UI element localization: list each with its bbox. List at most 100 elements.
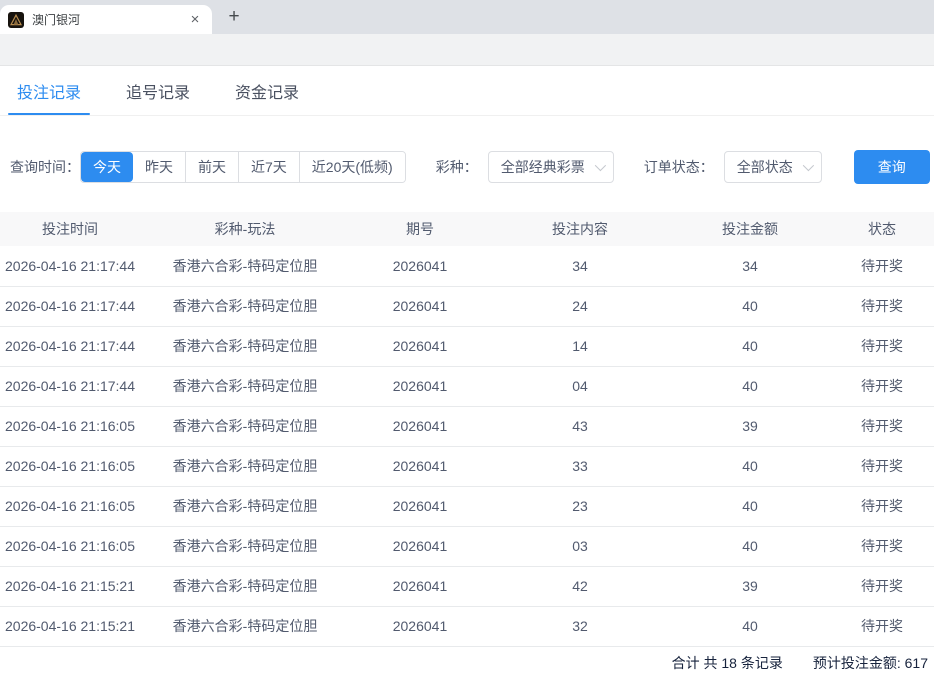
table-row: 2026-04-16 21:15:21香港六合彩-特码定位胆2026041324… <box>0 606 934 646</box>
table-cell: 39 <box>670 406 830 446</box>
table-cell: 2026-04-16 21:15:21 <box>0 606 140 646</box>
lottery-type-value: 全部经典彩票 <box>501 157 585 177</box>
table-cell: 香港六合彩-特码定位胆 <box>140 566 350 606</box>
filter-bar: 查询时间： 今天昨天前天近7天近20天(低频) 彩种： 全部经典彩票 订单状态：… <box>10 150 934 184</box>
table-cell: 待开奖 <box>830 486 934 526</box>
table-cell: 34 <box>490 246 670 286</box>
table-cell: 2026-04-16 21:16:05 <box>0 406 140 446</box>
table-cell: 香港六合彩-特码定位胆 <box>140 486 350 526</box>
table-cell: 2026-04-16 21:16:05 <box>0 446 140 486</box>
nav-tab[interactable]: 资金记录 <box>226 66 308 115</box>
table-cell: 待开奖 <box>830 286 934 326</box>
table-cell: 24 <box>490 286 670 326</box>
table-cell: 42 <box>490 566 670 606</box>
time-range-option[interactable]: 昨天 <box>133 152 185 182</box>
table-cell: 香港六合彩-特码定位胆 <box>140 446 350 486</box>
table-header-cell: 状态 <box>830 212 934 246</box>
time-range-option[interactable]: 前天 <box>185 152 238 182</box>
table-cell: 2026041 <box>350 566 490 606</box>
table-row: 2026-04-16 21:16:05香港六合彩-特码定位胆2026041034… <box>0 526 934 566</box>
table-cell: 2026041 <box>350 366 490 406</box>
table-header-cell: 彩种-玩法 <box>140 212 350 246</box>
table-row: 2026-04-16 21:17:44香港六合彩-特码定位胆2026041044… <box>0 366 934 406</box>
bet-records-table: 投注时间彩种-玩法期号投注内容投注金额状态 2026-04-16 21:17:4… <box>0 212 934 647</box>
lottery-type-select[interactable]: 全部经典彩票 <box>488 151 614 183</box>
table-cell: 43 <box>490 406 670 446</box>
table-row: 2026-04-16 21:16:05香港六合彩-特码定位胆2026041234… <box>0 486 934 526</box>
table-cell: 香港六合彩-特码定位胆 <box>140 526 350 566</box>
table-header-cell: 投注金额 <box>670 212 830 246</box>
summary-bar: 合计 共 18 条记录 预计投注金额: 617 <box>0 647 934 679</box>
table-cell: 40 <box>670 326 830 366</box>
table-cell: 2026041 <box>350 246 490 286</box>
table-cell: 2026-04-16 21:17:44 <box>0 246 140 286</box>
table-cell: 2026-04-16 21:17:44 <box>0 326 140 366</box>
table-cell: 香港六合彩-特码定位胆 <box>140 286 350 326</box>
table-header-cell: 投注内容 <box>490 212 670 246</box>
table-cell: 待开奖 <box>830 446 934 486</box>
table-cell: 2026-04-16 21:17:44 <box>0 286 140 326</box>
time-range-option[interactable]: 近20天(低频) <box>299 152 405 182</box>
chevron-down-icon <box>802 160 813 171</box>
table-cell: 待开奖 <box>830 566 934 606</box>
table-cell: 40 <box>670 526 830 566</box>
table-row: 2026-04-16 21:17:44香港六合彩-特码定位胆2026041343… <box>0 246 934 286</box>
table-cell: 40 <box>670 446 830 486</box>
order-status-select[interactable]: 全部状态 <box>724 151 822 183</box>
nav-tab[interactable]: 投注记录 <box>8 66 90 115</box>
table-header-cell: 投注时间 <box>0 212 140 246</box>
table-body: 2026-04-16 21:17:44香港六合彩-特码定位胆2026041343… <box>0 246 934 646</box>
table-row: 2026-04-16 21:16:05香港六合彩-特码定位胆2026041433… <box>0 406 934 446</box>
tab-title: 澳门银河 <box>32 11 178 28</box>
tab-close-icon[interactable]: × <box>186 11 204 29</box>
table-cell: 2026-04-16 21:17:44 <box>0 366 140 406</box>
time-range-group: 今天昨天前天近7天近20天(低频) <box>80 151 406 183</box>
table-cell: 03 <box>490 526 670 566</box>
table-row: 2026-04-16 21:17:44香港六合彩-特码定位胆2026041244… <box>0 286 934 326</box>
table-cell: 40 <box>670 486 830 526</box>
table-cell: 2026041 <box>350 406 490 446</box>
table-cell: 2026-04-16 21:16:05 <box>0 486 140 526</box>
table-cell: 香港六合彩-特码定位胆 <box>140 366 350 406</box>
nav-tab[interactable]: 追号记录 <box>117 66 199 115</box>
table-row: 2026-04-16 21:17:44香港六合彩-特码定位胆2026041144… <box>0 326 934 366</box>
table-cell: 待开奖 <box>830 406 934 446</box>
table-cell: 香港六合彩-特码定位胆 <box>140 326 350 366</box>
table-cell: 2026-04-16 21:16:05 <box>0 526 140 566</box>
time-range-option[interactable]: 近7天 <box>238 152 299 182</box>
query-button[interactable]: 查询 <box>854 150 930 184</box>
table-cell: 2026041 <box>350 286 490 326</box>
table-cell: 香港六合彩-特码定位胆 <box>140 606 350 646</box>
table-cell: 2026041 <box>350 606 490 646</box>
new-tab-button[interactable]: + <box>220 4 248 32</box>
site-favicon-icon <box>8 12 24 28</box>
table-cell: 香港六合彩-特码定位胆 <box>140 406 350 446</box>
total-records-text: 合计 共 18 条记录 <box>672 653 783 673</box>
table-cell: 2026041 <box>350 446 490 486</box>
table-cell: 14 <box>490 326 670 366</box>
table-cell: 40 <box>670 366 830 406</box>
order-status-value: 全部状态 <box>737 157 793 177</box>
table-cell: 香港六合彩-特码定位胆 <box>140 246 350 286</box>
query-time-label: 查询时间： <box>10 157 80 177</box>
estimated-amount-text: 预计投注金额: 617 <box>813 653 928 673</box>
lottery-type-label: 彩种： <box>436 157 478 177</box>
time-range-option[interactable]: 今天 <box>81 152 133 182</box>
table-cell: 待开奖 <box>830 246 934 286</box>
record-tabs-bar: 投注记录追号记录资金记录 <box>0 66 934 116</box>
browser-tab[interactable]: 澳门银河 × <box>0 5 212 34</box>
table-row: 2026-04-16 21:16:05香港六合彩-特码定位胆2026041334… <box>0 446 934 486</box>
table-cell: 2026041 <box>350 486 490 526</box>
table-cell: 33 <box>490 446 670 486</box>
table-cell: 待开奖 <box>830 366 934 406</box>
order-status-label: 订单状态： <box>644 157 714 177</box>
table-cell: 2026-04-16 21:15:21 <box>0 566 140 606</box>
table-cell: 40 <box>670 286 830 326</box>
table-cell: 2026041 <box>350 526 490 566</box>
table-row: 2026-04-16 21:15:21香港六合彩-特码定位胆2026041423… <box>0 566 934 606</box>
table-cell: 04 <box>490 366 670 406</box>
browser-toolbar <box>0 34 934 66</box>
table-cell: 32 <box>490 606 670 646</box>
table-cell: 39 <box>670 566 830 606</box>
table-header-cell: 期号 <box>350 212 490 246</box>
